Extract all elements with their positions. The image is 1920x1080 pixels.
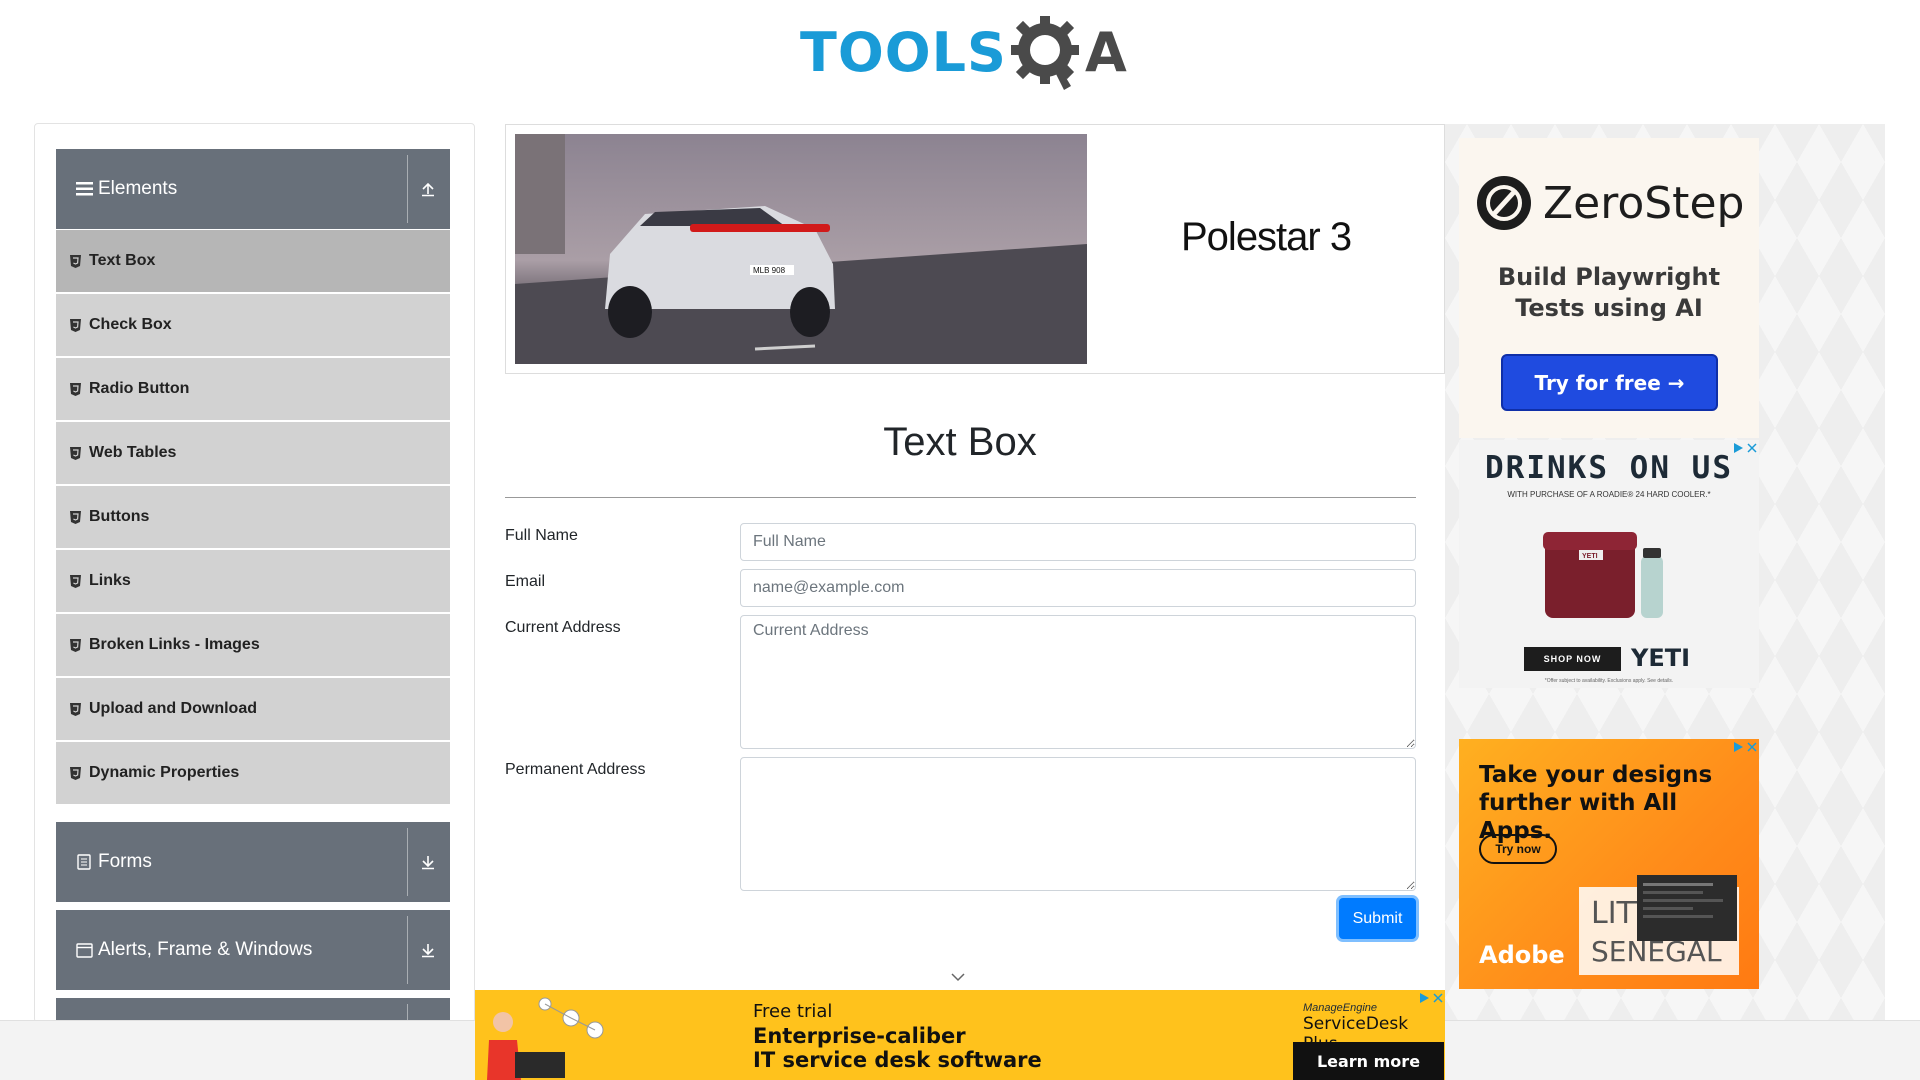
learn-more-button[interactable]: Learn more [1293,1042,1444,1080]
zerostep-logo-icon [1477,176,1531,230]
html5-icon [70,446,82,460]
email-input[interactable] [740,569,1416,607]
adchoices-icon[interactable] [1413,990,1443,1005]
polestar-ad-banner[interactable]: MLB 908 Polestar 3 [505,124,1445,374]
menu-item-text-box[interactable]: Text Box [56,230,450,292]
expand-icon[interactable] [414,910,442,990]
html5-icon [70,382,82,396]
shop-now-button[interactable]: SHOP NOW [1524,647,1621,671]
logo-text-a: A [1084,21,1127,84]
menu-item-label: Broken Links - Images [89,636,260,653]
adobe-brand: Adobe [1479,941,1565,969]
menu-item-upload-download[interactable]: Upload and Download [56,678,450,740]
logo-text: TOOLS [800,21,1007,84]
zerostep-tagline: Build Playwright Tests using AI [1497,263,1721,322]
current-address-input[interactable] [740,615,1416,749]
gear-icon [1009,14,1089,92]
html5-icon [70,510,82,524]
divider [407,155,408,223]
yeti-fine-print: *Offer subject to availability. Exclusio… [1544,678,1674,684]
menu-item-links[interactable]: Links [56,550,450,612]
adobe-headline: Take your designs further with All Apps. [1479,762,1713,844]
cooler-image: YETI [1543,518,1663,618]
polestar-brand: Polestar 3 [1181,215,1352,259]
adobe-ad[interactable]: Take your designs further with All Apps.… [1459,739,1759,989]
yeti-headline: DRINKS ON US [1485,450,1733,486]
permanent-address-label: Permanent Address [505,761,646,778]
group-label: Elements [98,178,178,199]
yeti-subtext: WITH PURCHASE OF A ROADIE® 24 HARD COOLE… [1507,490,1711,499]
ad-headline: Enterprise-caliber IT service desk softw… [753,1024,1042,1072]
car-photo: MLB 908 [515,134,1087,364]
ad-small-text: Free trial [753,1001,833,1022]
cooler-label: YETI [1582,553,1598,560]
html5-icon [70,254,82,268]
sidebar: Elements Text Box Check Box Radio Button… [34,123,475,1023]
full-name-input[interactable] [740,523,1416,561]
html5-icon [70,766,82,780]
html5-icon [70,318,82,332]
menu-item-buttons[interactable]: Buttons [56,486,450,548]
menu-item-check-box[interactable]: Check Box [56,294,450,356]
divider [407,916,408,984]
chevron-down-icon[interactable] [950,970,966,982]
toolsqa-logo[interactable]: TOOLS A [800,14,1127,92]
ad-headline-line2: IT service desk software [753,1048,1042,1072]
license-plate: MLB 908 [753,266,786,275]
collapse-icon[interactable] [414,149,442,229]
html5-icon [70,702,82,716]
menu-item-dynamic-properties[interactable]: Dynamic Properties [56,742,450,804]
current-address-label: Current Address [505,619,621,636]
design-artwork: LITTI SENEGAL [1579,875,1739,975]
close-icon [1433,992,1443,1003]
menu-item-label: Check Box [89,316,172,333]
page-title: Text Box [883,420,1037,464]
illustration [475,990,625,1080]
html5-icon [70,574,82,588]
try-for-free-button[interactable]: Try for free → [1501,354,1718,411]
zerostep-ad[interactable]: ZeroStep Build Playwright Tests using AI… [1459,138,1759,438]
menu-item-web-tables[interactable]: Web Tables [56,422,450,484]
divider [407,828,408,896]
email-label: Email [505,573,546,590]
document-icon [74,854,94,870]
menu-item-label: Buttons [89,508,150,525]
group-label: Forms [98,851,152,872]
permanent-address-input[interactable] [740,757,1416,891]
close-icon [1747,741,1757,752]
yeti-brand: YETI [1631,644,1691,672]
expand-icon[interactable] [414,822,442,902]
try-now-button[interactable]: Try now [1479,834,1557,864]
group-alerts-frame-windows[interactable]: Alerts, Frame & Windows [56,910,450,990]
menu-item-label: Text Box [89,252,156,269]
manageengine-brand: ManageEngine [1303,1002,1378,1014]
menu-item-radio-button[interactable]: Radio Button [56,358,450,420]
menu-item-label: Radio Button [89,380,190,397]
close-icon [1747,442,1757,453]
menu-item-label: Web Tables [89,444,177,461]
menu-item-broken-links[interactable]: Broken Links - Images [56,614,450,676]
title-divider [505,497,1416,498]
group-forms[interactable]: Forms [56,822,450,902]
full-name-label: Full Name [505,527,578,544]
menu-item-label: Upload and Download [89,700,257,717]
ad-headline-line1: Enterprise-caliber [753,1024,966,1048]
servicedesk-ad[interactable]: Free trial Enterprise-caliber IT service… [475,990,1445,1080]
html5-icon [70,638,82,652]
hamburger-icon [74,182,94,196]
group-label: Alerts, Frame & Windows [98,939,313,960]
yeti-ad[interactable]: DRINKS ON US WITH PURCHASE OF A ROADIE® … [1459,440,1759,688]
adchoices-icon[interactable] [1727,440,1757,455]
menu-item-label: Dynamic Properties [89,764,240,781]
window-icon [74,942,94,958]
group-elements[interactable]: Elements [56,149,450,229]
adchoices-icon[interactable] [1727,739,1757,754]
submit-button[interactable]: Submit [1339,898,1416,939]
menu-item-label: Links [89,572,131,589]
zerostep-brand: ZeroStep [1543,177,1745,229]
